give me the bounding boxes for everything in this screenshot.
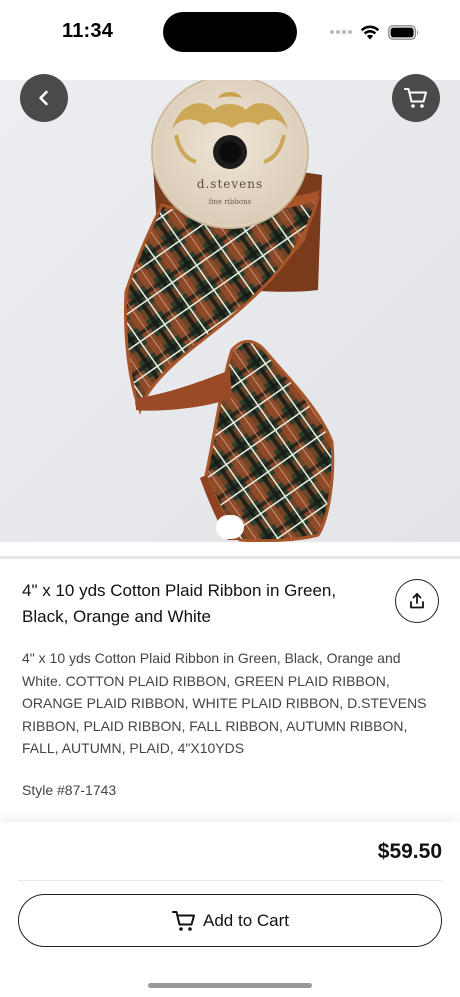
share-button[interactable] bbox=[395, 579, 439, 623]
add-to-cart-button[interactable]: Add to Cart bbox=[18, 894, 442, 947]
divider bbox=[18, 880, 442, 881]
style-number: Style #87-1743 bbox=[22, 782, 117, 798]
home-indicator[interactable] bbox=[148, 983, 312, 988]
price: $59.50 bbox=[377, 840, 442, 863]
product-image[interactable]: d.stevens fine ribbons bbox=[0, 80, 460, 542]
carousel-page-indicator bbox=[216, 515, 244, 539]
spool-tagline-text: fine ribbons bbox=[209, 198, 252, 206]
product-description: 4" x 10 yds Cotton Plaid Ribbon in Green… bbox=[22, 650, 427, 756]
status-bar: 11:34 bbox=[0, 0, 460, 64]
battery-icon bbox=[388, 24, 419, 40]
purchase-panel: $59.50 Add to Cart bbox=[0, 822, 460, 997]
add-to-cart-label: Add to Cart bbox=[203, 910, 289, 930]
product-title: 4" x 10 yds Cotton Plaid Ribbon in Green… bbox=[22, 581, 337, 626]
ribbon-spool-photo: d.stevens fine ribbons bbox=[0, 80, 460, 542]
chevron-left-icon bbox=[39, 90, 48, 106]
cart-icon bbox=[404, 88, 427, 108]
share-icon bbox=[410, 593, 424, 609]
status-icons bbox=[330, 22, 420, 42]
cart-button[interactable] bbox=[392, 74, 440, 122]
spool-brand-text: d.stevens bbox=[197, 177, 263, 191]
cart-icon bbox=[172, 910, 195, 931]
wifi-icon bbox=[360, 24, 380, 39]
status-time: 11:34 bbox=[62, 20, 114, 42]
signal-dots-icon bbox=[330, 30, 352, 34]
back-button[interactable] bbox=[20, 74, 68, 122]
divider bbox=[0, 556, 460, 559]
dynamic-island bbox=[163, 12, 297, 52]
